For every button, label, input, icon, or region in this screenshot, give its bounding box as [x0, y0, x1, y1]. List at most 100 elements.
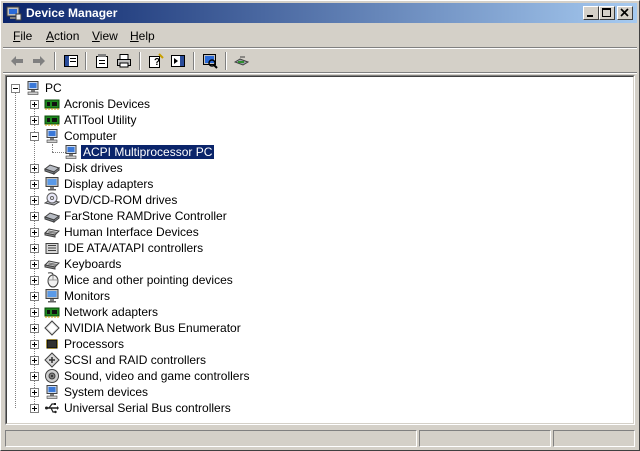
help-button[interactable]: ?: [146, 51, 166, 71]
print-button[interactable]: [114, 51, 134, 71]
minimize-button[interactable]: [583, 6, 599, 20]
tree-node-label: Network adapters: [64, 305, 159, 319]
disk-drive-icon: [44, 164, 60, 176]
toolbar-separator: [225, 52, 227, 70]
tree-device-acpi-multiprocessor-pc[interactable]: ACPI Multiprocessor PC: [7, 144, 627, 160]
menu-action[interactable]: Action: [46, 29, 79, 43]
expand-toggle-icon[interactable]: [30, 324, 39, 333]
properties-button[interactable]: [92, 51, 112, 71]
tree-category-ide-ata-atapi-controllers[interactable]: IDE ATA/ATAPI controllers: [7, 240, 627, 256]
tree-node-label: PC: [45, 81, 62, 95]
expand-toggle-icon[interactable]: [30, 388, 39, 397]
tree-node-label: ATITool Utility: [64, 113, 137, 127]
expand-toggle-icon[interactable]: [30, 180, 39, 189]
maximize-button[interactable]: [599, 6, 615, 20]
forward-button[interactable]: [29, 51, 49, 71]
tree-category-keyboards[interactable]: Keyboards: [7, 256, 627, 272]
tree-root-pc[interactable]: PC: [7, 80, 627, 96]
collapse-toggle-icon[interactable]: [30, 132, 39, 141]
tree-node-label: Sound, video and game controllers: [64, 369, 250, 383]
update-driver-button[interactable]: [232, 51, 252, 71]
device-tree-area: PC Acronis Devices ATITool Utility Computer…: [6, 76, 634, 424]
show-hide-console-tree-button[interactable]: [61, 51, 81, 71]
expand-toggle-icon[interactable]: [30, 292, 39, 301]
expand-toggle-icon[interactable]: [30, 196, 39, 205]
tree-node-label: Monitors: [64, 289, 111, 303]
tree-category-human-interface-devices[interactable]: Human Interface Devices: [7, 224, 627, 240]
tree-category-processors[interactable]: Processors: [7, 336, 627, 352]
tree-node-label: Disk drives: [64, 161, 123, 175]
collapse-toggle-icon[interactable]: [11, 84, 20, 93]
toolbar-separator: [139, 52, 141, 70]
expand-toggle-icon[interactable]: [30, 260, 39, 269]
menu-help[interactable]: Help: [130, 29, 155, 43]
tree-category-acronis-devices[interactable]: Acronis Devices: [7, 96, 627, 112]
tree-category-system-devices[interactable]: System devices: [7, 384, 627, 400]
tree-category-disk-drives[interactable]: Disk drives: [7, 160, 627, 176]
tree-category-network-adapters[interactable]: Network adapters: [7, 304, 627, 320]
diamond-icon: [44, 320, 60, 336]
tree-category-computer[interactable]: Computer: [7, 128, 627, 144]
tree-category-mice-and-other-pointing-devices[interactable]: Mice and other pointing devices: [7, 272, 627, 288]
toolbar-separator: [54, 52, 56, 70]
tree-category-display-adapters[interactable]: Display adapters: [7, 176, 627, 192]
tree-category-atitool-utility[interactable]: ATITool Utility: [7, 112, 627, 128]
tree-category-universal-serial-bus-controllers[interactable]: Universal Serial Bus controllers: [7, 400, 627, 416]
expand-toggle-icon[interactable]: [30, 356, 39, 365]
scan-hardware-button[interactable]: [200, 51, 220, 71]
mouse-icon: [47, 272, 59, 288]
title-bar[interactable]: Device Manager: [3, 3, 637, 23]
computer-icon: [46, 129, 58, 143]
usb-icon: [45, 403, 59, 414]
chip-icon: [44, 307, 60, 318]
back-button[interactable]: [7, 51, 27, 71]
toolbar: ?: [3, 49, 637, 73]
device-tree[interactable]: PC Acronis Devices ATITool Utility Computer…: [5, 75, 635, 425]
expand-toggle-icon[interactable]: [30, 212, 39, 221]
computer-icon: [46, 385, 58, 399]
tree-category-monitors[interactable]: Monitors: [7, 288, 627, 304]
tree-node-label: Universal Serial Bus controllers: [64, 401, 231, 415]
tree-node-label: Computer: [64, 129, 117, 143]
tree-node-label: Display adapters: [64, 177, 154, 191]
show-hide-console-tree-icon: [64, 55, 78, 67]
menu-view[interactable]: View: [92, 29, 118, 43]
toolbar-separator: [85, 52, 87, 70]
expand-toggle-icon[interactable]: [30, 228, 39, 237]
ide-controller-icon: [45, 243, 59, 254]
expand-toggle-icon[interactable]: [30, 164, 39, 173]
computer-icon: [65, 145, 77, 159]
show-hide-action-pane-button[interactable]: [168, 51, 188, 71]
tree-node-label: SCSI and RAID controllers: [64, 353, 207, 367]
tree-category-nvidia-network-bus-enumerator[interactable]: NVIDIA Network Bus Enumerator: [7, 320, 627, 336]
expand-toggle-icon[interactable]: [30, 372, 39, 381]
status-pane-2: [419, 430, 551, 447]
expand-toggle-icon[interactable]: [30, 100, 39, 109]
close-icon: [620, 8, 629, 17]
expand-toggle-icon[interactable]: [30, 116, 39, 125]
tree-category-scsi-and-raid-controllers[interactable]: SCSI and RAID controllers: [7, 352, 627, 368]
minimize-icon: [587, 15, 593, 17]
expand-toggle-icon[interactable]: [30, 404, 39, 413]
cd-icon: [44, 192, 60, 206]
device-manager-window: Device Manager File Action View Help ? P…: [0, 0, 640, 451]
expand-toggle-icon[interactable]: [30, 308, 39, 317]
chip-icon: [44, 99, 60, 110]
tree-node-label: System devices: [64, 385, 149, 399]
expand-toggle-icon[interactable]: [30, 276, 39, 285]
forward-arrow-icon: [33, 56, 45, 66]
tree-category-dvd-cd-rom-drives[interactable]: DVD/CD-ROM drives: [7, 192, 627, 208]
properties-icon: [96, 54, 108, 68]
device-manager-app-icon: [6, 6, 22, 21]
tree-category-farstone-ramdrive-controller[interactable]: FarStone RAMDrive Controller: [7, 208, 627, 224]
status-bar: [3, 429, 637, 448]
expand-toggle-icon[interactable]: [30, 244, 39, 253]
menu-file[interactable]: File: [13, 29, 32, 43]
toolbar-divider: [3, 72, 637, 74]
expand-toggle-icon[interactable]: [30, 340, 39, 349]
close-button[interactable]: [617, 6, 633, 20]
monitor-icon: [45, 289, 59, 303]
monitor-icon: [45, 177, 59, 191]
tree-category-sound-video-and-game-controllers[interactable]: Sound, video and game controllers: [7, 368, 627, 384]
toolbar-separator: [193, 52, 195, 70]
